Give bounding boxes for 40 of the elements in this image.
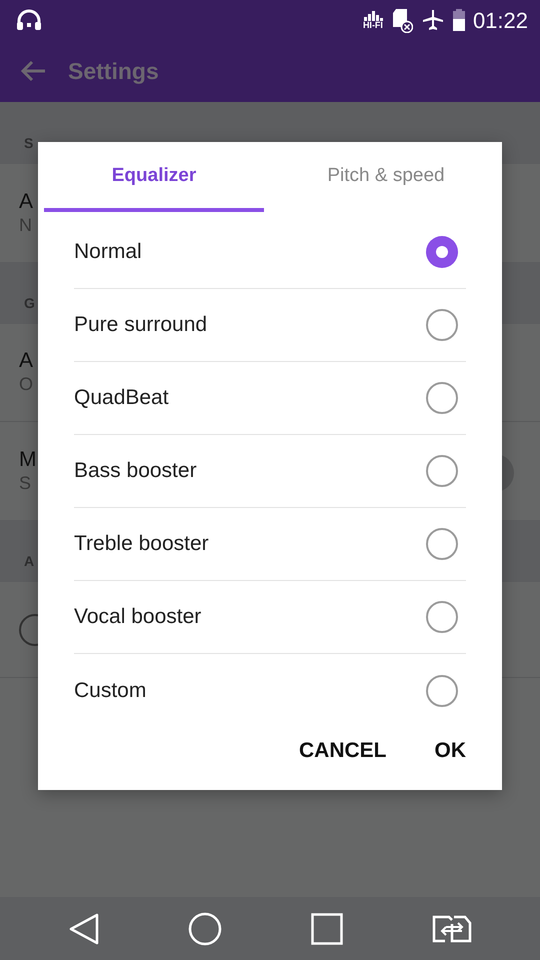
radio-button[interactable]	[426, 601, 458, 633]
equalizer-option[interactable]: Vocal booster	[74, 581, 466, 654]
dialog-tab[interactable]: Equalizer	[44, 142, 264, 212]
equalizer-icon	[362, 10, 383, 20]
radio-button[interactable]	[426, 674, 458, 706]
ok-button[interactable]: OK	[422, 727, 478, 774]
option-label: Bass booster	[74, 458, 197, 484]
screen-title: Settings	[68, 56, 159, 86]
dual-window-icon[interactable]	[432, 914, 472, 942]
option-label: Normal	[74, 239, 142, 266]
option-label: Custom	[74, 678, 146, 704]
equalizer-option[interactable]: Normal	[74, 216, 466, 289]
recent-apps-icon[interactable]	[310, 912, 342, 944]
clock: 01:22	[472, 6, 528, 34]
radio-button[interactable]	[426, 455, 458, 487]
option-label: QuadBeat	[74, 385, 169, 412]
option-label: Pure surround	[74, 312, 208, 338]
equalizer-option[interactable]: Custom	[74, 654, 466, 727]
setting-title: A	[19, 348, 34, 374]
headphones-icon	[16, 9, 42, 31]
equalizer-option[interactable]: Pure surround	[74, 289, 466, 362]
home-icon[interactable]	[188, 912, 222, 946]
setting-title: A	[19, 188, 34, 214]
airplane-icon	[420, 8, 445, 32]
setting-title: M	[19, 446, 36, 472]
equalizer-option[interactable]: Treble booster	[74, 508, 466, 581]
equalizer-option[interactable]: Bass booster	[74, 435, 466, 508]
back-icon[interactable]	[20, 60, 46, 82]
radio-button[interactable]	[426, 382, 458, 414]
dialog-tab[interactable]: Pitch & speed	[276, 142, 496, 212]
radio-button[interactable]	[426, 236, 458, 268]
hifi-label: HI-FI	[362, 20, 383, 30]
option-label: Vocal booster	[74, 604, 202, 630]
battery-icon	[452, 9, 465, 31]
sd-card-icon	[390, 7, 413, 33]
option-label: Treble booster	[74, 531, 209, 558]
cancel-button[interactable]: CANCEL	[287, 727, 398, 774]
equalizer-option[interactable]: QuadBeat	[74, 362, 466, 435]
radio-button[interactable]	[426, 528, 458, 560]
radio-button[interactable]	[426, 309, 458, 341]
